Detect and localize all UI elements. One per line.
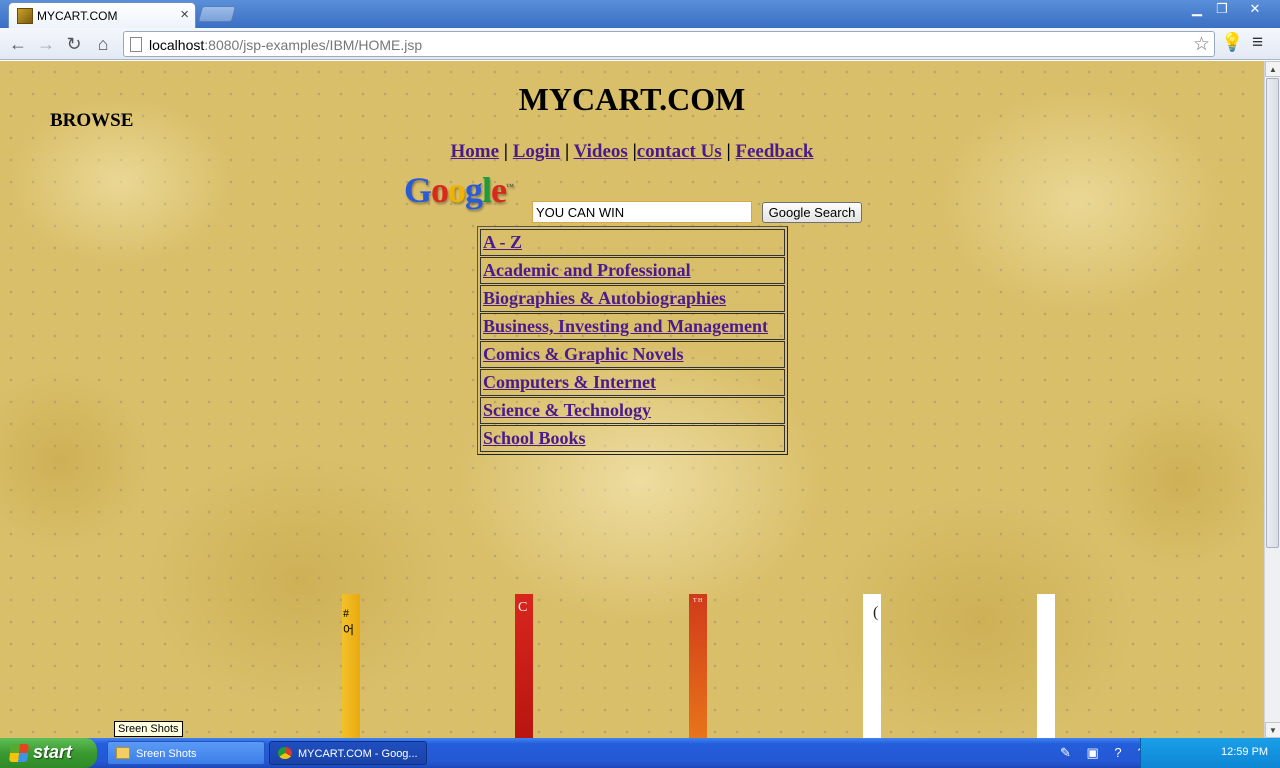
minimize-window-icon[interactable]: ▁ [1183,1,1211,18]
nav-login-link[interactable]: Login [513,141,561,162]
nav-contact-link[interactable]: contact Us [637,141,722,162]
nav-home-link[interactable]: Home [451,141,500,162]
folder-icon [116,747,130,759]
address-bar[interactable]: localhost:8080/jsp-examples/IBM/HOME.jsp… [123,31,1215,57]
category-link-academic[interactable]: Academic and Professional [483,260,691,280]
bookmark-star-icon[interactable]: ☆ [1193,33,1210,56]
category-link-computers[interactable]: Computers & Internet [483,372,656,392]
category-row: A - Z [480,229,785,256]
scroll-up-arrow-icon[interactable]: ▲ [1265,61,1280,77]
windows-logo-icon [9,744,29,762]
url-text[interactable]: localhost:8080/jsp-examples/IBM/HOME.jsp [149,37,422,53]
maximize-window-icon[interactable]: ❐ [1208,1,1236,18]
taskbar-item-label: MYCART.COM - Goog... [298,748,418,760]
category-link-biographies[interactable]: Biographies & Autobiographies [483,288,726,308]
scroll-thumb[interactable] [1266,78,1279,548]
nav-separator: | [499,141,513,162]
scroll-down-arrow-icon[interactable]: ▼ [1265,722,1280,738]
menu-icon[interactable]: ≡ [1252,32,1263,54]
lightbulb-icon[interactable]: 💡 [1221,32,1243,53]
page-icon [130,37,142,52]
taskbar-clock[interactable]: 12:59 PM [1221,746,1268,758]
nav-separator: | [627,141,637,162]
page-viewport: MYCART.COM BROWSE Home | Login | Videos … [0,61,1264,738]
category-link-business[interactable]: Business, Investing and Management [483,316,768,336]
category-link-comics[interactable]: Comics & Graphic Novels [483,344,683,364]
category-list: A - Z Academic and Professional Biograph… [477,226,788,455]
category-row: Science & Technology [480,397,785,424]
taskbar-tooltip: Sreen Shots [114,721,183,737]
forward-arrow-icon[interactable]: → [34,32,58,56]
category-row: School Books [480,425,785,452]
category-link-a-z[interactable]: A - Z [483,232,522,252]
home-icon[interactable]: ⌂ [91,32,115,56]
reload-icon[interactable]: ↻ [62,32,86,56]
book-cover-image[interactable] [1037,594,1055,738]
nav-videos-link[interactable]: Videos [574,141,628,162]
category-row: Business, Investing and Management [480,313,785,340]
browser-toolbar: ← → ↻ ⌂ localhost:8080/jsp-examples/IBM/… [0,28,1280,60]
book-cover-image[interactable] [342,594,360,738]
google-logo: Google™ [404,170,514,210]
book-cover-image[interactable] [689,594,707,738]
nav-separator: | [721,141,736,162]
chrome-icon [278,747,292,759]
category-row: Comics & Graphic Novels [480,341,785,368]
tab-title: MYCART.COM [37,9,118,23]
category-row: Computers & Internet [480,369,785,396]
category-link-science[interactable]: Science & Technology [483,400,651,420]
main-nav: Home | Login | Videos |contact Us | Feed… [0,141,1264,163]
taskbar-item-label: Sreen Shots [136,748,197,760]
new-tab-button[interactable] [197,6,237,22]
site-title: MYCART.COM [518,81,746,117]
google-search-button[interactable]: Google Search [762,202,862,223]
taskbar-item-browser[interactable]: MYCART.COM - Goog... [269,741,427,765]
category-link-school-books[interactable]: School Books [483,428,586,448]
taskbar: start Sreen Shots MYCART.COM - Goog... ✎… [0,738,1280,768]
book-cover-image[interactable] [863,594,881,738]
start-label: start [33,742,73,762]
category-row: Academic and Professional [480,257,785,284]
taskbar-item-screen-shots[interactable]: Sreen Shots [107,741,265,765]
search-input[interactable] [532,201,752,223]
nav-feedback-link[interactable]: Feedback [735,141,813,162]
browser-titlebar: MYCART.COM × ▁ ❐ ✕ [0,0,1280,28]
back-arrow-icon[interactable]: ← [6,32,30,56]
category-row: Biographies & Autobiographies [480,285,785,312]
close-window-icon[interactable]: ✕ [1240,1,1270,18]
start-button[interactable]: start [0,738,97,768]
nav-separator: | [560,141,574,162]
browse-heading: BROWSE [50,110,134,131]
vertical-scrollbar[interactable]: ▲ ▼ [1264,61,1280,738]
site-favicon-icon [17,8,33,24]
tab-close-icon[interactable]: × [180,6,189,23]
browser-tab[interactable]: MYCART.COM × [8,2,196,28]
book-cover-image[interactable] [515,594,533,738]
